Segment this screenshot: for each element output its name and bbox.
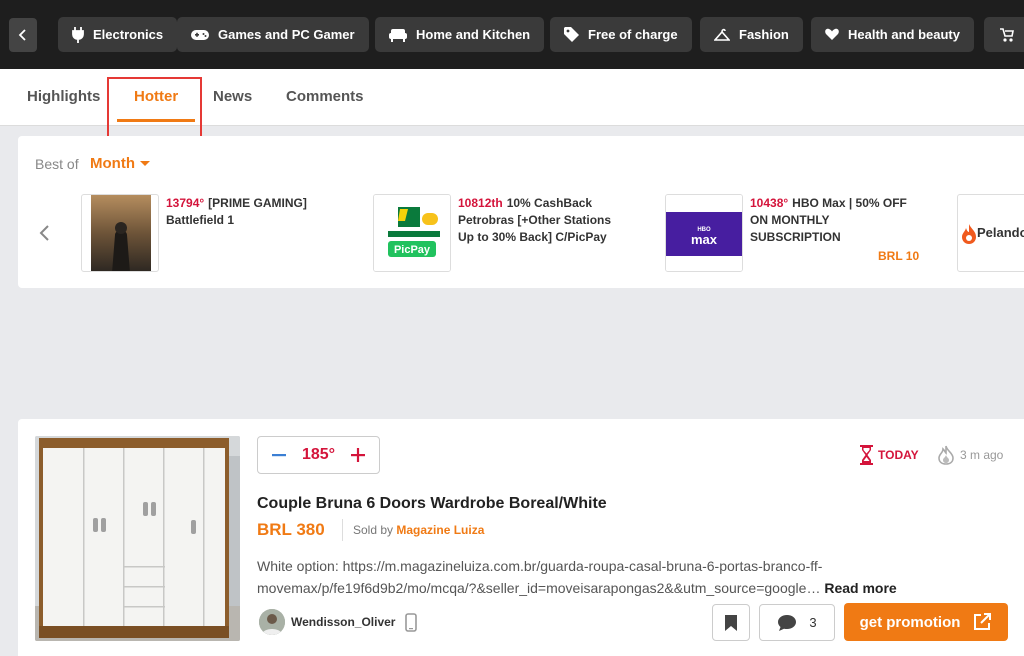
temperature-vote: 185° bbox=[257, 436, 380, 474]
expiry-badge: TODAY bbox=[860, 445, 919, 465]
username: Wendisson_Oliver bbox=[291, 615, 396, 629]
category-health-beauty[interactable]: Health and beauty bbox=[811, 17, 974, 52]
heart-icon bbox=[825, 28, 839, 40]
merchant-link[interactable]: Magazine Luiza bbox=[396, 523, 484, 537]
vote-up-button[interactable] bbox=[347, 444, 369, 466]
category-games[interactable]: Games and PC Gamer bbox=[177, 17, 369, 52]
best-deal-item[interactable]: HBO max 10438° HBO Max | 50% OFF ON MONTH… bbox=[665, 194, 945, 272]
deal-thumbnail: PicPay bbox=[373, 194, 451, 272]
deal-text: 10438° HBO Max | 50% OFF ON MONTHLY SUBSC… bbox=[750, 195, 910, 246]
tab-comments[interactable]: Comments bbox=[286, 69, 364, 126]
hbo-max-logo: HBO max bbox=[666, 195, 742, 271]
gamepad-icon bbox=[191, 29, 209, 40]
pelando-flame-icon bbox=[962, 224, 976, 244]
hourglass-icon bbox=[860, 445, 873, 465]
best-deal-item[interactable]: 13794° [PRIME GAMING] Battlefield 1 bbox=[81, 194, 361, 272]
caret-down-icon bbox=[139, 161, 150, 166]
tag-icon bbox=[564, 27, 579, 42]
hanger-icon bbox=[714, 28, 730, 41]
category-free-of-charge[interactable]: Free of charge bbox=[550, 17, 692, 52]
best-deal-item[interactable]: PicPay 10812th 10% CashBack Petrobras [+O… bbox=[373, 194, 653, 272]
posted-age: 3 m ago bbox=[936, 445, 1003, 465]
bookmark-icon bbox=[725, 614, 737, 631]
battlefield-cover-image bbox=[91, 195, 151, 271]
svg-text:PicPay: PicPay bbox=[394, 244, 431, 256]
active-tab-highlight-outline bbox=[107, 77, 202, 142]
sold-by-label: Sold by bbox=[353, 523, 394, 537]
product-image[interactable] bbox=[35, 436, 240, 641]
deal-title[interactable]: Couple Bruna 6 Doors Wardrobe Boreal/Whi… bbox=[257, 495, 607, 513]
category-label: Home and Kitchen bbox=[416, 27, 531, 42]
category-bar: Electronics Games and PC Gamer Home and … bbox=[0, 0, 1024, 69]
deal-price: BRL 380 bbox=[257, 520, 325, 539]
tab-highlights[interactable]: Highlights bbox=[27, 69, 100, 126]
get-promotion-label: get promotion bbox=[859, 613, 961, 631]
best-of-label: Best of bbox=[35, 156, 79, 172]
deal-text: 13794° [PRIME GAMING] Battlefield 1 bbox=[166, 195, 326, 229]
mobile-phone-icon bbox=[405, 612, 418, 632]
category-label: Health and beauty bbox=[848, 27, 960, 42]
category-more[interactable] bbox=[984, 17, 1024, 52]
save-deal-button[interactable] bbox=[712, 604, 750, 641]
tab-news[interactable]: News bbox=[213, 69, 252, 126]
minus-icon bbox=[272, 454, 286, 457]
plus-icon bbox=[351, 448, 365, 462]
svg-text:max: max bbox=[691, 232, 718, 247]
comment-bubble-icon bbox=[778, 614, 797, 631]
comments-button[interactable]: 3 bbox=[759, 604, 835, 641]
category-label: Games and PC Gamer bbox=[218, 27, 355, 42]
deal-author[interactable]: Wendisson_Oliver bbox=[259, 609, 418, 635]
deal-text: 10812th 10% CashBack Petrobras [+Other St… bbox=[458, 195, 618, 246]
carousel-prev-button[interactable] bbox=[38, 224, 50, 247]
category-home-kitchen[interactable]: Home and Kitchen bbox=[375, 17, 545, 52]
best-of-panel: Best of Month 13794° [PRIME GAMING] Battl… bbox=[18, 136, 1024, 288]
category-electronics[interactable]: Electronics bbox=[58, 17, 178, 52]
period-dropdown-value: Month bbox=[90, 155, 135, 172]
deal-thumbnail: Pelando bbox=[957, 194, 1024, 272]
category-label: Electronics bbox=[93, 27, 164, 42]
chevron-left-icon bbox=[39, 225, 49, 241]
plug-icon bbox=[72, 26, 84, 43]
pelando-logo-text: Pelando bbox=[977, 225, 1024, 240]
deal-description-text: White option: https://m.magazineluiza.co… bbox=[257, 558, 823, 596]
flame-icon bbox=[938, 445, 954, 465]
comment-count: 3 bbox=[809, 615, 817, 630]
category-scroll-left-button[interactable] bbox=[9, 18, 37, 52]
deal-thumbnail bbox=[81, 194, 159, 272]
stroller-icon bbox=[1000, 28, 1014, 42]
deal-temperature: 10812th bbox=[458, 196, 503, 210]
deal-card: 185° TODAY 3 m ago Couple Bruna 6 Doors … bbox=[18, 419, 1024, 656]
petrobras-picpay-logo: PicPay bbox=[374, 195, 450, 271]
sofa-icon bbox=[389, 28, 407, 42]
external-link-icon bbox=[974, 613, 992, 630]
deal-price: BRL 10 bbox=[878, 249, 920, 263]
posted-age-text: 3 m ago bbox=[960, 448, 1004, 462]
period-dropdown[interactable]: Month bbox=[90, 155, 150, 172]
deal-temperature: 13794° bbox=[166, 196, 205, 210]
get-promotion-button[interactable]: get promotion bbox=[844, 603, 1008, 641]
expiry-badge-text: TODAY bbox=[878, 448, 919, 462]
deal-description: White option: https://m.magazineluiza.co… bbox=[257, 555, 957, 599]
deal-temperature: 185° bbox=[301, 446, 336, 463]
vote-down-button[interactable] bbox=[268, 444, 290, 466]
category-label: Fashion bbox=[739, 27, 789, 42]
price-divider bbox=[342, 519, 343, 541]
deal-temperature: 10438° bbox=[750, 196, 789, 210]
category-label: Free of charge bbox=[588, 27, 678, 42]
avatar bbox=[259, 609, 285, 635]
category-fashion[interactable]: Fashion bbox=[700, 17, 803, 52]
read-more-link[interactable]: Read more bbox=[824, 580, 896, 596]
wardrobe-photo bbox=[35, 436, 240, 641]
best-deal-item[interactable]: Pelando bbox=[957, 194, 1024, 272]
sold-by: Sold by Magazine Luiza bbox=[353, 523, 484, 537]
avatar-image bbox=[259, 609, 285, 635]
chevron-left-icon bbox=[18, 29, 26, 41]
deal-thumbnail: HBO max bbox=[665, 194, 743, 272]
